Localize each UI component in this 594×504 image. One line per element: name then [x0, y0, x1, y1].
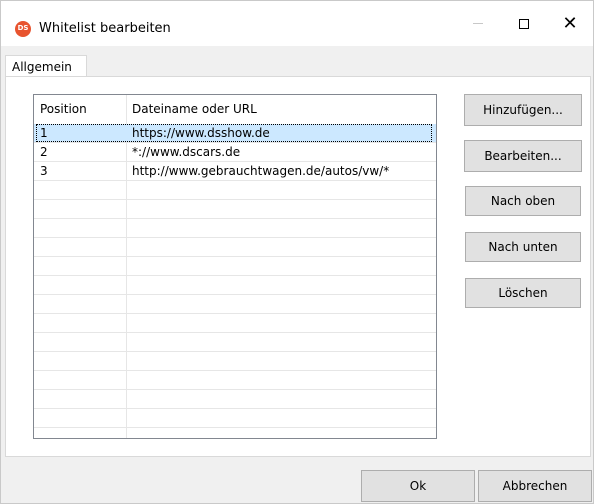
minimize-icon — [473, 23, 483, 24]
empty-row[interactable] — [34, 257, 436, 276]
list-header: Position Dateiname oder URL — [34, 95, 436, 123]
whitelist-list[interactable]: Position Dateiname oder URL 1 https://www… — [33, 94, 437, 439]
cell-position: 3 — [40, 164, 48, 178]
column-header-url[interactable]: Dateiname oder URL — [132, 95, 257, 123]
title-bar: DS Whitelist bearbeiten ✕ — [1, 1, 593, 46]
empty-row[interactable] — [34, 200, 436, 219]
empty-row[interactable] — [34, 333, 436, 352]
ok-button[interactable]: Ok — [361, 470, 475, 502]
dialog-window: DS Whitelist bearbeiten ✕ Allgemein Posi… — [0, 0, 594, 504]
empty-row[interactable] — [34, 238, 436, 257]
empty-row[interactable] — [34, 314, 436, 333]
add-button[interactable]: Hinzufügen... — [464, 94, 582, 126]
app-logo-icon: DS — [15, 21, 31, 37]
maximize-icon — [519, 18, 529, 29]
window-title: Whitelist bearbeiten — [39, 21, 171, 36]
tab-allgemein[interactable]: Allgemein — [5, 55, 87, 77]
cancel-button[interactable]: Abbrechen — [478, 470, 592, 502]
move-up-button[interactable]: Nach oben — [465, 186, 581, 216]
cell-url: http://www.gebrauchtwagen.de/autos/vw/* — [132, 164, 390, 178]
empty-row[interactable] — [34, 219, 436, 238]
empty-row[interactable] — [34, 181, 436, 200]
cell-url: https://www.dsshow.de — [132, 126, 270, 140]
maximize-button[interactable] — [501, 1, 547, 46]
minimize-button[interactable] — [455, 1, 501, 46]
empty-row[interactable] — [34, 390, 436, 409]
cell-position: 2 — [40, 145, 48, 159]
table-row[interactable]: 1 https://www.dsshow.de — [34, 124, 436, 143]
move-down-button[interactable]: Nach unten — [465, 232, 581, 262]
empty-row[interactable] — [34, 352, 436, 371]
close-icon: ✕ — [562, 13, 578, 34]
cell-url: *://www.dscars.de — [132, 145, 241, 159]
cell-position: 1 — [40, 126, 48, 140]
empty-row[interactable] — [34, 276, 436, 295]
app-logo-text: DS — [17, 24, 29, 32]
column-header-position[interactable]: Position — [40, 95, 87, 123]
table-row[interactable]: 2 *://www.dscars.de — [34, 143, 436, 162]
empty-row[interactable] — [34, 409, 436, 428]
delete-button[interactable]: Löschen — [465, 278, 581, 308]
edit-button[interactable]: Bearbeiten... — [464, 140, 582, 172]
close-button[interactable]: ✕ — [547, 1, 593, 46]
table-row[interactable]: 3 http://www.gebrauchtwagen.de/autos/vw/* — [34, 162, 436, 181]
empty-row[interactable] — [34, 295, 436, 314]
empty-row[interactable] — [34, 371, 436, 390]
